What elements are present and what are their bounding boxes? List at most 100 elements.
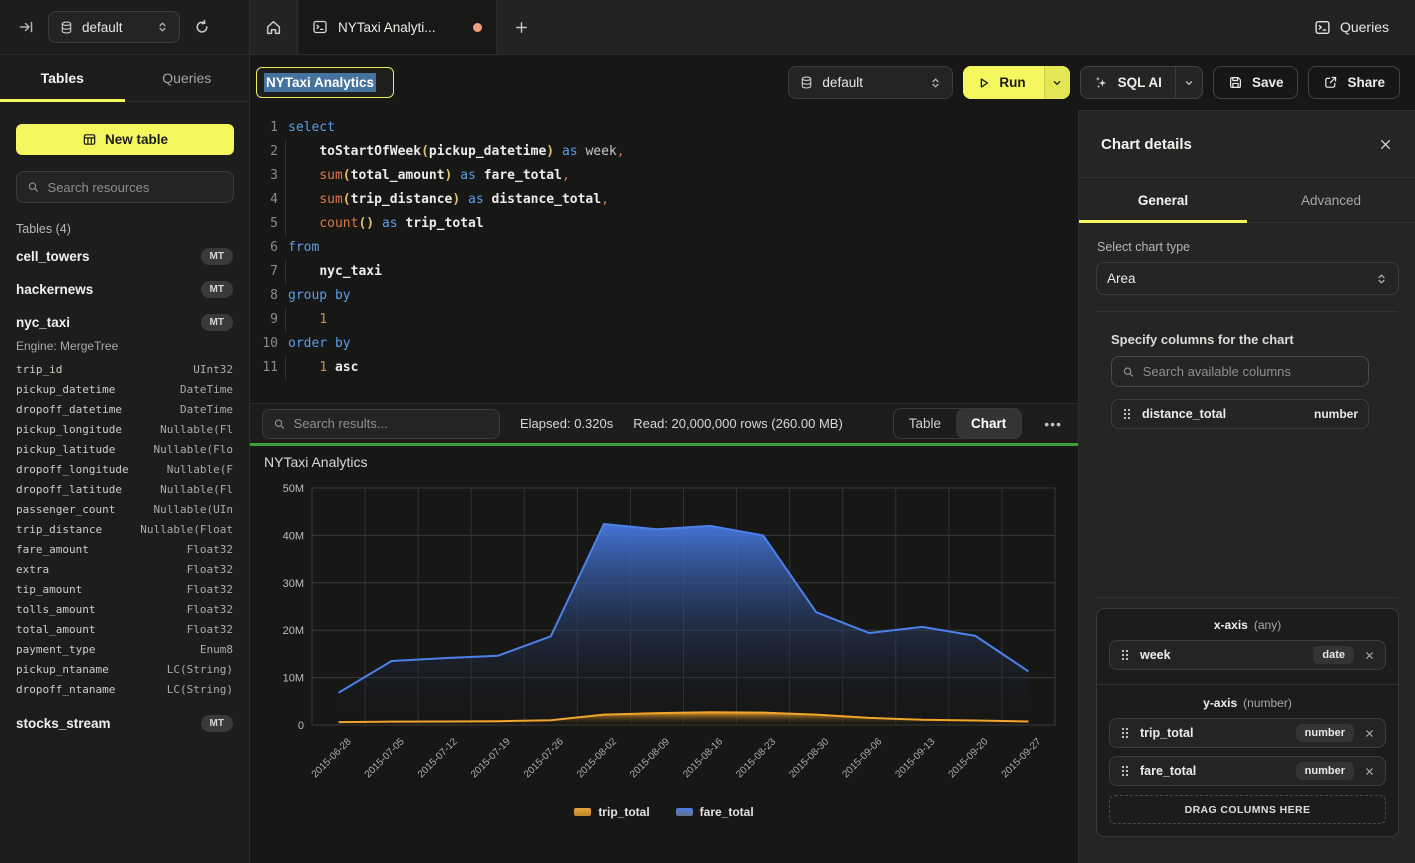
run-button-main[interactable]: Run xyxy=(963,66,1043,99)
topbar-right: Queries xyxy=(1314,0,1415,54)
search-icon xyxy=(273,417,286,431)
sidebar-tab-queries[interactable]: Queries xyxy=(125,55,250,101)
elapsed-stat: Elapsed: 0.320s xyxy=(520,416,613,431)
query-tab[interactable]: NYTaxi Analyti... xyxy=(297,0,497,54)
resource-search-input[interactable] xyxy=(48,180,223,195)
legend-item-trip_total[interactable]: trip_total xyxy=(574,805,649,819)
sidebar-tab-tables[interactable]: Tables xyxy=(0,55,125,101)
new-table-label: New table xyxy=(105,132,168,147)
run-database-selector[interactable]: default xyxy=(788,66,953,99)
share-button[interactable]: Share xyxy=(1308,66,1400,99)
resource-search[interactable] xyxy=(16,171,234,203)
queries-button[interactable]: Queries xyxy=(1314,19,1389,36)
column-type: Nullable(Flo xyxy=(154,443,233,456)
legend-label: trip_total xyxy=(598,805,649,819)
available-column-chip[interactable]: distance_totalnumber xyxy=(1111,399,1369,429)
table-row[interactable]: cell_towersMT xyxy=(0,240,249,273)
sidebar-collapse-button[interactable] xyxy=(18,19,34,35)
panel-tab-general[interactable]: General xyxy=(1079,178,1247,222)
sql-ai-label: SQL AI xyxy=(1118,75,1162,90)
chip-column-name: distance_total xyxy=(1142,407,1304,421)
run-button[interactable]: Run xyxy=(963,66,1069,99)
line-number: 5 xyxy=(250,212,278,236)
svg-text:30M: 30M xyxy=(283,578,304,590)
view-toggle-chart[interactable]: Chart xyxy=(956,409,1021,438)
run-options-caret[interactable] xyxy=(1044,66,1070,99)
code-text: 1 xyxy=(288,308,327,332)
column-type: Float32 xyxy=(187,583,233,596)
query-title-input[interactable]: NYTaxi Analytics xyxy=(256,67,394,98)
drag-handle-icon[interactable] xyxy=(1122,407,1132,421)
code-text: from xyxy=(288,236,319,260)
svg-text:2015-08-16: 2015-08-16 xyxy=(681,736,725,780)
results-search-input[interactable] xyxy=(294,416,489,431)
drag-handle-icon[interactable] xyxy=(1120,648,1130,662)
chip-type-badge: number xyxy=(1296,724,1354,742)
sql-ai-button[interactable]: SQL AI xyxy=(1081,67,1175,98)
code-text: count() as trip_total xyxy=(288,212,484,236)
column-row: fare_amountFloat32 xyxy=(0,539,249,559)
results-search[interactable] xyxy=(262,409,500,439)
table-row[interactable]: nyc_taxiMT xyxy=(0,306,249,339)
column-type: UInt32 xyxy=(193,363,233,376)
sql-editor[interactable]: 1select2 toStartOfWeek(pickup_datetime) … xyxy=(250,110,1078,403)
more-options-button[interactable]: ••• xyxy=(1042,416,1064,432)
new-table-button[interactable]: New table xyxy=(16,124,234,155)
table-name: hackernews xyxy=(16,282,201,297)
code-line: 2 toStartOfWeek(pickup_datetime) as week… xyxy=(250,140,1078,164)
column-row: dropoff_latitudeNullable(Fl xyxy=(0,479,249,499)
svg-text:10M: 10M xyxy=(283,673,304,685)
remove-chip-icon[interactable] xyxy=(1364,766,1375,777)
column-name: trip_distance xyxy=(16,523,102,536)
table-row[interactable]: hackernewsMT xyxy=(0,273,249,306)
sidebar-collapse-icon xyxy=(18,19,34,35)
column-type: LC(String) xyxy=(167,663,233,676)
remove-chip-icon[interactable] xyxy=(1364,650,1375,661)
x-axis-chip[interactable]: weekdate xyxy=(1109,640,1386,670)
view-toggle-table[interactable]: Table xyxy=(894,409,956,438)
columns-search[interactable] xyxy=(1111,356,1369,387)
chart-type-label: Select chart type xyxy=(1097,240,1397,254)
console-icon xyxy=(312,19,328,35)
chart-title: NYTaxi Analytics xyxy=(264,454,367,470)
column-type: Enum8 xyxy=(200,643,233,656)
svg-text:2015-09-13: 2015-09-13 xyxy=(893,736,937,780)
drop-zone[interactable]: DRAG COLUMNS HERE xyxy=(1109,795,1386,824)
results-toolbar: Elapsed: 0.320s Read: 20,000,000 rows (2… xyxy=(250,403,1078,443)
panel-tab-advanced[interactable]: Advanced xyxy=(1247,178,1415,222)
refresh-button[interactable] xyxy=(194,19,210,35)
remove-chip-icon[interactable] xyxy=(1364,728,1375,739)
svg-text:2015-08-23: 2015-08-23 xyxy=(734,736,778,780)
drag-handle-icon[interactable] xyxy=(1120,764,1130,778)
engine-badge: MT xyxy=(201,314,233,331)
close-panel-button[interactable] xyxy=(1378,137,1393,152)
code-line: 7 nyc_taxi xyxy=(250,260,1078,284)
queries-label: Queries xyxy=(1340,19,1389,35)
code-line: 4 sum(trip_distance) as distance_total, xyxy=(250,188,1078,212)
home-button[interactable] xyxy=(250,0,297,54)
y-axis-chip[interactable]: fare_totalnumber xyxy=(1109,756,1386,786)
line-number: 8 xyxy=(250,284,278,308)
code-line: 6from xyxy=(250,236,1078,260)
legend-item-fare_total[interactable]: fare_total xyxy=(676,805,754,819)
column-name: passenger_count xyxy=(16,503,115,516)
svg-text:2015-07-19: 2015-07-19 xyxy=(469,736,513,780)
sql-ai-caret[interactable] xyxy=(1175,67,1202,98)
y-axis-header: y-axis(number) xyxy=(1097,696,1398,710)
code-line: 3 sum(total_amount) as fare_total, xyxy=(250,164,1078,188)
table-row[interactable]: stocks_streamMT xyxy=(0,707,249,740)
y-axis-chip[interactable]: trip_totalnumber xyxy=(1109,718,1386,748)
code-text: group by xyxy=(288,284,351,308)
column-name: pickup_latitude xyxy=(16,443,115,456)
save-button[interactable]: Save xyxy=(1213,66,1299,99)
panel-header: Chart details xyxy=(1079,111,1415,178)
new-tab-button[interactable] xyxy=(497,0,545,54)
chart-legend: trip_total fare_total xyxy=(250,805,1078,819)
drag-handle-icon[interactable] xyxy=(1120,726,1130,740)
chart-type-selector[interactable]: Area xyxy=(1096,262,1399,295)
area-chart: NYTaxi Analytics010M20M30M40M50M2015-06-… xyxy=(250,446,1078,798)
database-selector[interactable]: default xyxy=(48,11,180,43)
columns-search-input[interactable] xyxy=(1143,364,1358,379)
column-row: trip_idUInt32 xyxy=(0,359,249,379)
svg-text:50M: 50M xyxy=(283,483,304,495)
